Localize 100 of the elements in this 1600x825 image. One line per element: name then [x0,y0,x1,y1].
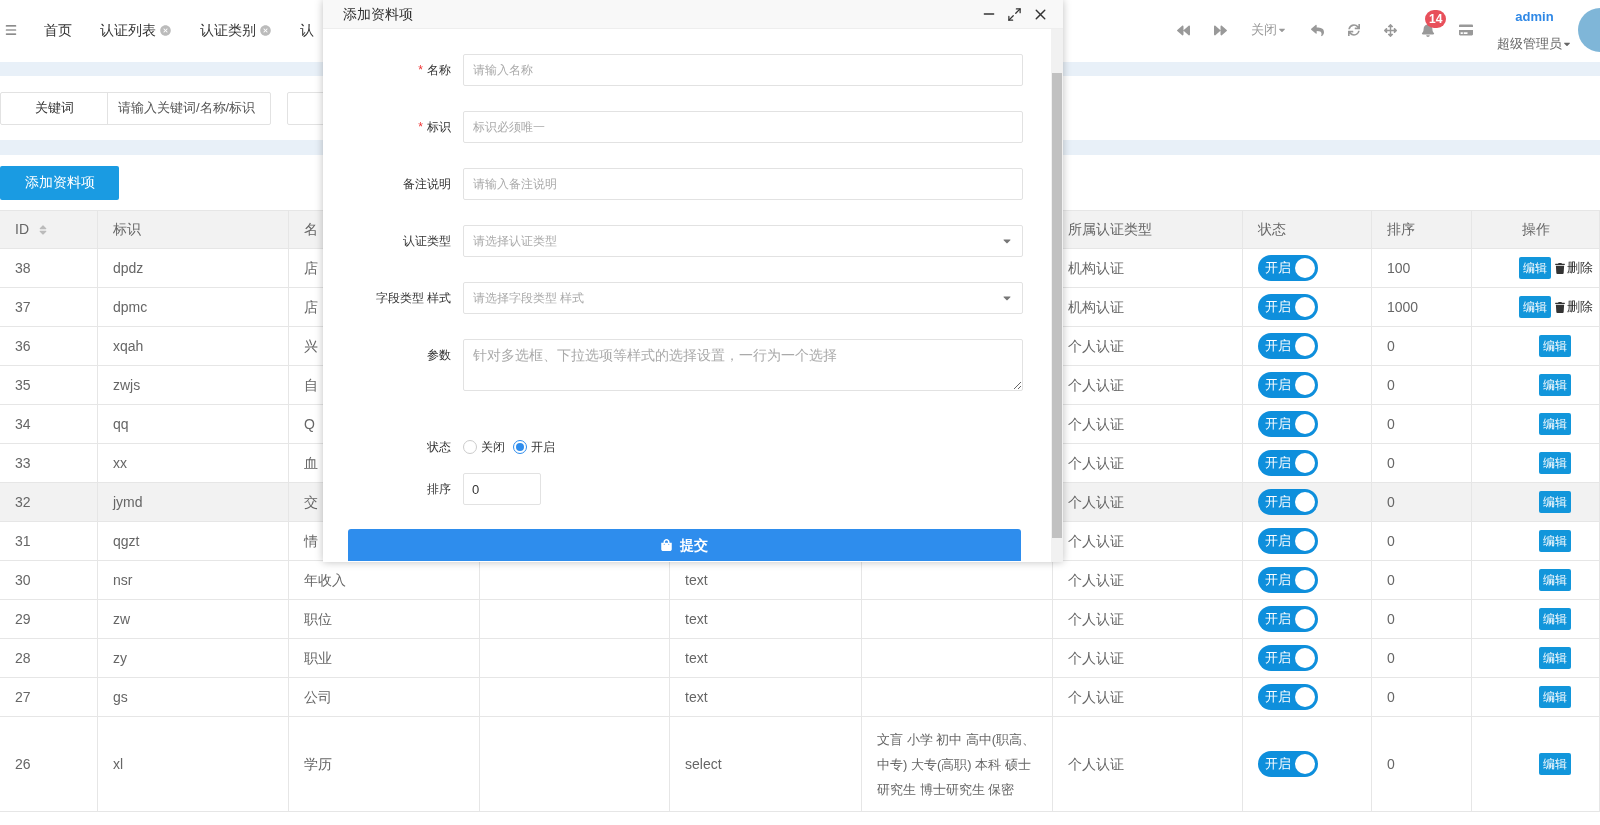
edit-button[interactable]: 编辑 [1539,413,1571,435]
select-field[interactable]: 请选择认证类型 [463,225,1023,257]
status-toggle[interactable]: 开启 [1258,645,1318,671]
table-cell-text: 0 [1387,531,1395,551]
table-cell-text: 个人认证 [1068,609,1124,629]
status-toggle[interactable]: 开启 [1258,372,1318,398]
table-cell-text: qq [113,414,129,434]
field-label: 状态 [427,439,451,456]
table-cell-text: qgzt [113,531,140,551]
delete-button[interactable]: 删除 [1555,297,1593,317]
column-header: ID [15,220,29,239]
refresh-icon[interactable] [1348,24,1360,36]
text-field[interactable]: 请输入备注说明 [463,168,1023,200]
table-cell-text: xx [113,453,127,473]
bag-icon [661,539,672,551]
role-menu[interactable]: 超级管理员 [1497,34,1572,54]
table-cell-text: 个人认证 [1068,687,1124,707]
modal-title: 添加资料项 [343,4,413,24]
column-header: 状态 [1258,220,1286,239]
edit-button[interactable]: 编辑 [1539,686,1571,708]
number-field[interactable]: 0 [463,473,541,505]
table-cell-text: 公司 [304,687,332,707]
text-field[interactable]: 请输入名称 [463,54,1023,86]
table-cell-text: 1000 [1387,297,1419,317]
edit-button[interactable]: 编辑 [1539,569,1571,591]
status-toggle[interactable]: 开启 [1258,567,1318,593]
status-toggle[interactable]: 开启 [1258,751,1318,777]
edit-button[interactable]: 编辑 [1519,257,1551,279]
notification-badge: 14 [1425,10,1447,28]
add-item-button[interactable]: 添加资料项 [0,165,119,200]
radio-option[interactable]: 关闭 [463,438,505,456]
table-cell-text: 血 [304,453,318,473]
nav-tab[interactable]: 首页 [44,19,72,41]
edit-button[interactable]: 编辑 [1539,753,1571,775]
table-cell-text: 0 [1387,453,1395,473]
table-cell-text: 38 [15,258,31,278]
move-icon[interactable] [1384,23,1397,37]
field-label: 参数 [427,347,451,364]
close-menu[interactable]: 关闭 [1251,20,1287,40]
status-toggle[interactable]: 开启 [1258,294,1318,320]
edit-button[interactable]: 编辑 [1539,452,1571,474]
table-cell-text: 职位 [304,609,332,629]
rewind-icon[interactable] [1177,23,1190,37]
forward-icon[interactable] [1214,23,1227,37]
submit-button[interactable]: 提交 [348,529,1021,561]
user-name[interactable]: admin [1515,6,1554,26]
select-field[interactable]: 请选择字段类型 样式 [463,282,1023,314]
status-toggle[interactable]: 开启 [1258,255,1318,281]
undo-icon[interactable] [1311,23,1324,37]
edit-button[interactable]: 编辑 [1539,335,1571,357]
status-toggle[interactable]: 开启 [1258,528,1318,554]
keyword-field[interactable]: 请输入关键词/名称/标识 [108,92,270,124]
table-cell-text: 0 [1387,687,1395,707]
edit-button[interactable]: 编辑 [1539,491,1571,513]
table-cell-text: 个人认证 [1068,492,1124,512]
table-cell-text: 0 [1387,648,1395,668]
status-toggle[interactable]: 开启 [1258,684,1318,710]
field-label: 字段类型 样式 [375,290,451,307]
column-header: 操作 [1521,220,1550,239]
radio-option[interactable]: 开启 [513,438,555,456]
keyword-filter[interactable]: 关键词 请输入关键词/名称/标识 [0,91,271,125]
nav-tab[interactable]: 认证类别 [200,19,256,41]
edit-button[interactable]: 编辑 [1519,296,1551,318]
table-cell-text: zy [113,648,127,668]
table-cell-text: zwjs [113,375,141,395]
status-toggle[interactable]: 开启 [1258,489,1318,515]
sort-icon[interactable] [37,223,49,236]
status-toggle[interactable]: 开启 [1258,333,1318,359]
column-header: 名 [304,220,318,239]
maximize-icon[interactable] [1007,6,1022,22]
table-cell-text: 兴 [304,336,318,356]
menu-icon[interactable] [4,23,18,37]
status-toggle[interactable]: 开启 [1258,450,1318,476]
table-cell-text: 29 [15,609,31,629]
edit-button[interactable]: 编辑 [1539,530,1571,552]
table-cell-text: 0 [1387,570,1395,590]
table-cell-text: 0 [1387,336,1395,356]
table-cell-text: dpdz [113,258,144,278]
scrollbar[interactable] [1051,29,1063,562]
edit-button[interactable]: 编辑 [1539,647,1571,669]
textarea-field[interactable]: 针对多选框、下拉选项等样式的选择设置，一行为一个选择 [463,339,1023,391]
avatar[interactable] [1578,8,1600,52]
table-cell-text: 情 [304,531,318,551]
table-cell-text: 个人认证 [1068,754,1124,774]
status-toggle[interactable]: 开启 [1258,411,1318,437]
table-cell-text: 28 [15,648,31,668]
edit-button[interactable]: 编辑 [1539,608,1571,630]
edit-button[interactable]: 编辑 [1539,374,1571,396]
nav-tab[interactable]: 认 [300,19,314,41]
card-icon[interactable] [1459,23,1473,37]
table-cell-text: 27 [15,687,31,707]
status-toggle[interactable]: 开启 [1258,606,1318,632]
nav-tab[interactable]: 认证列表 [100,19,156,41]
field-label: 排序 [427,481,451,498]
text-field[interactable]: 标识必须唯一 [463,111,1023,143]
table-cell-text: 个人认证 [1068,414,1124,434]
delete-button[interactable]: 删除 [1555,258,1593,278]
table-cell-text: jymd [113,492,143,512]
column-header: 标识 [113,220,141,239]
table-cell-text: 店 [304,297,318,317]
